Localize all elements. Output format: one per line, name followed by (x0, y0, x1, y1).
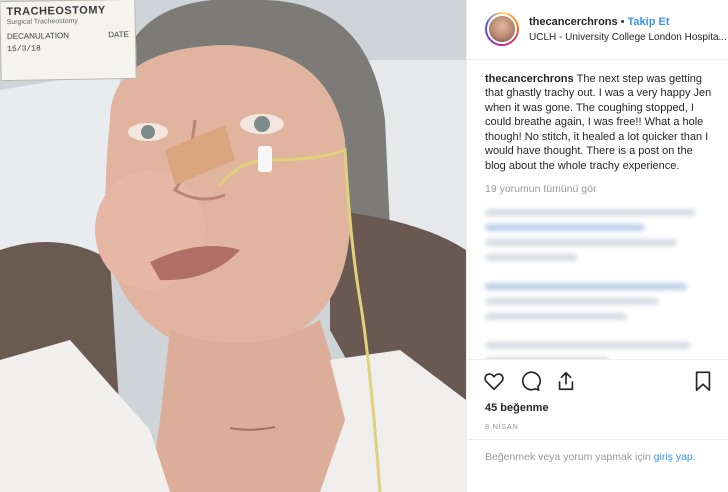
comments-area: thecancerchrons The next step was getting… (467, 60, 728, 360)
view-all-comments-link[interactable]: 19 yorumun tümünü gör (485, 183, 714, 195)
share-upload-icon[interactable] (555, 370, 577, 392)
caption-username-link[interactable]: thecancerchrons (485, 73, 574, 85)
post-actions-bar (467, 359, 728, 402)
login-link[interactable]: giriş yap. (654, 451, 696, 463)
chart-card-date: 15/3/18 (7, 44, 41, 55)
login-prompt: Beğenmek veya yorum yapmak için giriş ya… (467, 439, 728, 492)
post-caption: thecancerchrons The next step was getting… (485, 72, 714, 174)
blurred-comments (485, 209, 714, 360)
chart-card-title: TRACHEOSTOMY (6, 4, 106, 19)
tracheostomy-chart-card: TRACHEOSTOMY Surgical Tracheostomy DECAN… (0, 0, 137, 82)
comment-bubble-icon[interactable] (519, 370, 541, 392)
post-side-panel: thecancerchrons • Takip Et UCLH - Universi… (466, 0, 728, 492)
location-link[interactable]: UCLH - University College London Hospita… (529, 32, 728, 43)
follow-button[interactable]: Takip Et (628, 16, 670, 28)
chart-card-left-label: DECANULATION (6, 30, 70, 42)
chart-card-tag: DATE (108, 29, 129, 40)
post-header: thecancerchrons • Takip Et UCLH - Universi… (467, 0, 728, 60)
post-photo[interactable]: TRACHEOSTOMY Surgical Tracheostomy DECAN… (0, 0, 466, 492)
post-date[interactable]: 8 NİSAN (467, 418, 728, 434)
chart-card-subtitle: Surgical Tracheostomy (6, 17, 78, 27)
caption-text: The next step was getting that ghastly t… (485, 72, 712, 172)
instagram-post: TRACHEOSTOMY Surgical Tracheostomy DECAN… (0, 0, 728, 492)
login-prompt-text: Beğenmek veya yorum yapmak için (485, 451, 651, 464)
heart-outline-icon[interactable] (483, 370, 505, 392)
likes-count-link[interactable]: 45 beğenme (467, 402, 728, 417)
header-username-link[interactable]: thecancerchrons (529, 16, 618, 28)
bookmark-outline-icon[interactable] (692, 370, 714, 392)
avatar[interactable] (485, 12, 519, 47)
header-separator: • (620, 15, 625, 28)
